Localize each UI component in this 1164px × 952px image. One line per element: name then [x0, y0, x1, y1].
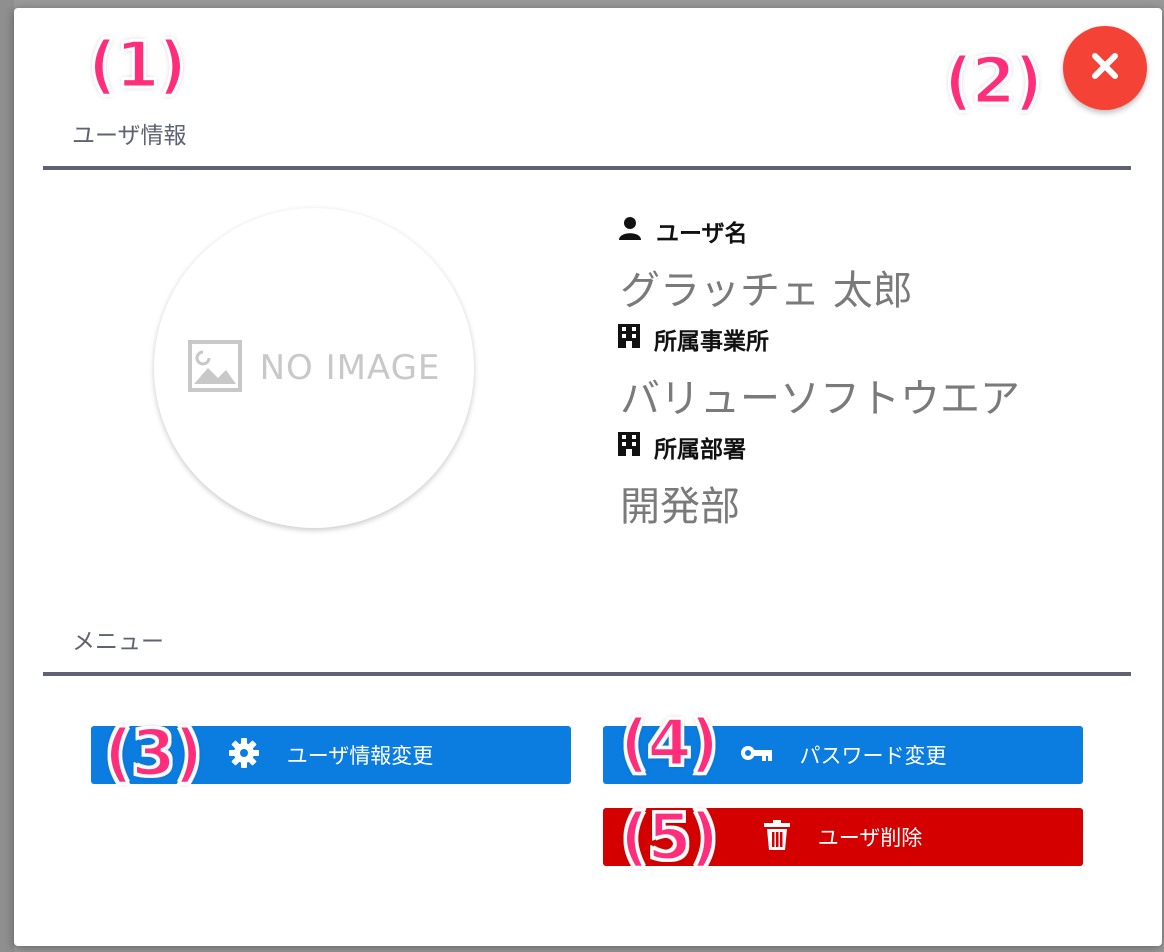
username-label: ユーザ名 [618, 214, 748, 248]
edit-user-info-label: ユーザ情報変更 [286, 744, 434, 768]
page-backdrop [0, 0, 14, 952]
annotation-5: (5) [618, 801, 720, 875]
menu-divider [43, 672, 1131, 676]
trash-icon [763, 819, 790, 855]
profile-divider [43, 166, 1131, 170]
close-button[interactable] [1063, 26, 1147, 110]
no-image-placeholder: NO IMAGE [187, 340, 441, 396]
image-icon [187, 340, 242, 396]
building-icon [618, 432, 640, 462]
close-icon [1090, 51, 1120, 85]
field-label-text: 所属事業所 [654, 329, 769, 355]
building-icon [618, 324, 640, 354]
gear-icon [228, 737, 259, 773]
key-icon [740, 743, 772, 768]
annotation-4: (4) [618, 707, 720, 781]
username-value: グラッチェ 太郎 [620, 268, 913, 314]
profile-section-title: ユーザ情報 [72, 123, 187, 149]
avatar: NO IMAGE [154, 208, 474, 528]
department-label: 所属部署 [618, 430, 746, 464]
department-value: 開発部 [620, 484, 740, 530]
user-icon [618, 216, 642, 246]
annotation-3: (3) [102, 717, 204, 791]
menu-section-title: メニュー [72, 629, 164, 655]
delete-user-label: ユーザ削除 [817, 826, 923, 850]
user-info-modal: ユーザ情報 NO IMAGE ユーザ名 グラッチェ 太郎 所属事業所 バリューソ… [14, 8, 1162, 946]
office-label: 所属事業所 [618, 322, 769, 356]
office-value: バリューソフトウエア [620, 376, 1020, 422]
change-password-label: パスワード変更 [799, 744, 947, 768]
annotation-1: (1) [86, 29, 188, 103]
field-label-text: ユーザ名 [656, 221, 748, 247]
no-image-text: NO IMAGE [259, 348, 441, 388]
annotation-2: (2) [942, 45, 1044, 119]
field-label-text: 所属部署 [654, 437, 746, 463]
